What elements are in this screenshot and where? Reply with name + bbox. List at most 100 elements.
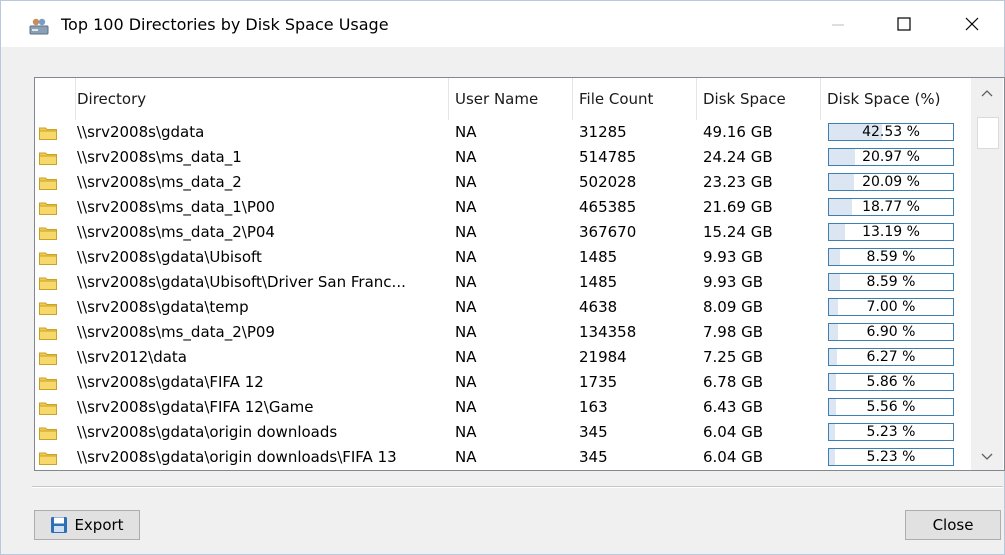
maximize-icon: [897, 17, 911, 35]
column-header-user-name[interactable]: User Name: [449, 78, 573, 120]
folder-icon: [39, 351, 57, 365]
cell-user-name: NA: [455, 398, 477, 416]
pct-bar-label: 18.77 %: [862, 199, 920, 215]
folder-icon: [39, 301, 57, 315]
column-header-disk-space[interactable]: Disk Space: [697, 78, 821, 120]
title-bar: Top 100 Directories by Disk Space Usage: [1, 1, 1004, 47]
cell-directory: \\srv2008s\gdata: [77, 123, 205, 141]
cell-directory: \\srv2012\data: [77, 348, 187, 366]
cell-file-count: 514785: [579, 148, 637, 166]
folder-icon: [39, 201, 57, 215]
minimize-button[interactable]: [815, 13, 861, 39]
column-header-file-count[interactable]: File Count: [573, 78, 697, 120]
pct-bar-label: 8.59 %: [866, 249, 916, 265]
table-row[interactable]: \\srv2008s\ms_data_2\P04 NA 367670 15.24 GB…: [35, 220, 971, 245]
cell-disk-space: 21.69 GB: [703, 198, 773, 216]
scroll-down-button[interactable]: [971, 442, 1003, 470]
header-icon-column[interactable]: [35, 78, 76, 120]
disk-space-pct-bar: 5.86 %: [828, 373, 954, 391]
pct-bar-label: 42.53 %: [862, 124, 920, 140]
cell-user-name: NA: [455, 148, 477, 166]
table-row[interactable]: \\srv2008s\gdata NA 31285 49.16 GB 42.53 %: [35, 120, 971, 145]
pct-bar-label: 5.56 %: [866, 399, 916, 415]
disk-space-pct-bar: 8.59 %: [828, 248, 954, 266]
scroll-thumb[interactable]: [977, 117, 999, 149]
cell-disk-space: 9.93 GB: [703, 248, 764, 266]
table-row[interactable]: \\srv2008s\gdata\FIFA 12 NA 1735 6.78 GB 5.8…: [35, 370, 971, 395]
cell-disk-space: 8.09 GB: [703, 298, 764, 316]
table-row[interactable]: \\srv2008s\gdata\origin downloads\FIFA 1…: [35, 445, 971, 470]
pct-bar-label: 20.09 %: [862, 174, 920, 190]
cell-directory: \\srv2008s\ms_data_1\P00: [77, 198, 275, 216]
maximize-button[interactable]: [881, 13, 927, 39]
pct-bar-label: 13.19 %: [862, 224, 920, 240]
cell-directory: \\srv2008s\gdata\FIFA 12: [77, 373, 264, 391]
vertical-scrollbar[interactable]: [971, 78, 1003, 470]
list-rows: \\srv2008s\gdata NA 31285 49.16 GB 42.53 % \\…: [35, 120, 971, 470]
disk-space-pct-bar: 5.56 %: [828, 398, 954, 416]
table-row[interactable]: \\srv2008s\gdata\Ubisoft\Driver San Fran…: [35, 270, 971, 295]
cell-directory: \\srv2008s\gdata\origin downloads\FIFA 1…: [77, 448, 397, 466]
cell-user-name: NA: [455, 373, 477, 391]
disk-space-pct-bar: 18.77 %: [828, 198, 954, 216]
cell-disk-space: 7.25 GB: [703, 348, 764, 366]
table-row[interactable]: \\srv2008s\ms_data_1\P00 NA 465385 21.69 GB…: [35, 195, 971, 220]
column-header-disk-space-pct[interactable]: Disk Space (%): [821, 78, 971, 120]
cell-disk-space: 7.98 GB: [703, 323, 764, 341]
cell-user-name: NA: [455, 273, 477, 291]
table-row[interactable]: \\srv2008s\gdata\Ubisoft NA 1485 9.93 GB 8.5…: [35, 245, 971, 270]
cell-disk-space: 24.24 GB: [703, 148, 773, 166]
folder-icon: [39, 176, 57, 190]
directories-list[interactable]: Directory User Name File Count Disk Spac…: [34, 77, 1005, 471]
pct-bar-label: 6.27 %: [866, 349, 916, 365]
table-row[interactable]: \\srv2008s\ms_data_1 NA 514785 24.24 GB 20.9…: [35, 145, 971, 170]
cell-directory: \\srv2008s\gdata\origin downloads: [77, 423, 338, 441]
chevron-down-icon: [981, 447, 993, 465]
list-header: Directory User Name File Count Disk Spac…: [35, 78, 971, 120]
table-row[interactable]: \\srv2008s\ms_data_2\P09 NA 134358 7.98 GB 6…: [35, 320, 971, 345]
export-button-label: Export: [74, 516, 124, 534]
table-row[interactable]: \\srv2008s\gdata\temp NA 4638 8.09 GB 7.00 %: [35, 295, 971, 320]
chevron-up-icon: [981, 83, 993, 101]
cell-file-count: 4638: [579, 298, 618, 316]
disk-users-icon: [29, 17, 49, 35]
cell-user-name: NA: [455, 223, 477, 241]
pct-bar-label: 5.23 %: [866, 424, 916, 440]
folder-icon: [39, 251, 57, 265]
disk-space-pct-bar: 20.97 %: [828, 148, 954, 166]
cell-user-name: NA: [455, 298, 477, 316]
pct-bar-label: 7.00 %: [866, 299, 916, 315]
cell-directory: \\srv2008s\gdata\temp: [77, 298, 249, 316]
column-header-directory[interactable]: Directory: [71, 78, 449, 120]
table-row[interactable]: \\srv2008s\gdata\origin downloads NA 345 6.…: [35, 420, 971, 445]
disk-space-pct-bar: 6.90 %: [828, 323, 954, 341]
dialog-window: Top 100 Directories by Disk Space Usage …: [0, 0, 1005, 555]
cell-directory: \\srv2008s\gdata\FIFA 12\Game: [77, 398, 314, 416]
export-button[interactable]: Export: [34, 510, 140, 540]
folder-icon: [39, 451, 57, 465]
table-row[interactable]: \\srv2008s\gdata\FIFA 12\Game NA 163 6.43 G…: [35, 395, 971, 420]
disk-space-pct-bar: 5.23 %: [828, 448, 954, 466]
cell-disk-space: 23.23 GB: [703, 173, 773, 191]
folder-icon: [39, 401, 57, 415]
cell-file-count: 345: [579, 423, 608, 441]
cell-file-count: 21984: [579, 348, 627, 366]
footer-separator: [32, 486, 1003, 488]
table-row[interactable]: \\srv2012\data NA 21984 7.25 GB 6.27 %: [35, 345, 971, 370]
disk-space-pct-bar: 20.09 %: [828, 173, 954, 191]
folder-icon: [39, 126, 57, 140]
cell-directory: \\srv2008s\ms_data_2: [77, 173, 242, 191]
close-window-button[interactable]: [949, 13, 995, 39]
close-button[interactable]: Close: [905, 510, 1001, 540]
pct-bar-label: 5.86 %: [866, 374, 916, 390]
minimize-icon: [832, 17, 844, 35]
save-disk-icon: [50, 516, 68, 534]
cell-file-count: 31285: [579, 123, 627, 141]
pct-bar-label: 8.59 %: [866, 274, 916, 290]
disk-space-pct-bar: 13.19 %: [828, 223, 954, 241]
pct-bar-label: 6.90 %: [866, 324, 916, 340]
table-row[interactable]: \\srv2008s\ms_data_2 NA 502028 23.23 GB 20.0…: [35, 170, 971, 195]
cell-file-count: 1485: [579, 248, 618, 266]
scroll-up-button[interactable]: [971, 78, 1003, 106]
pct-bar-label: 20.97 %: [862, 149, 920, 165]
